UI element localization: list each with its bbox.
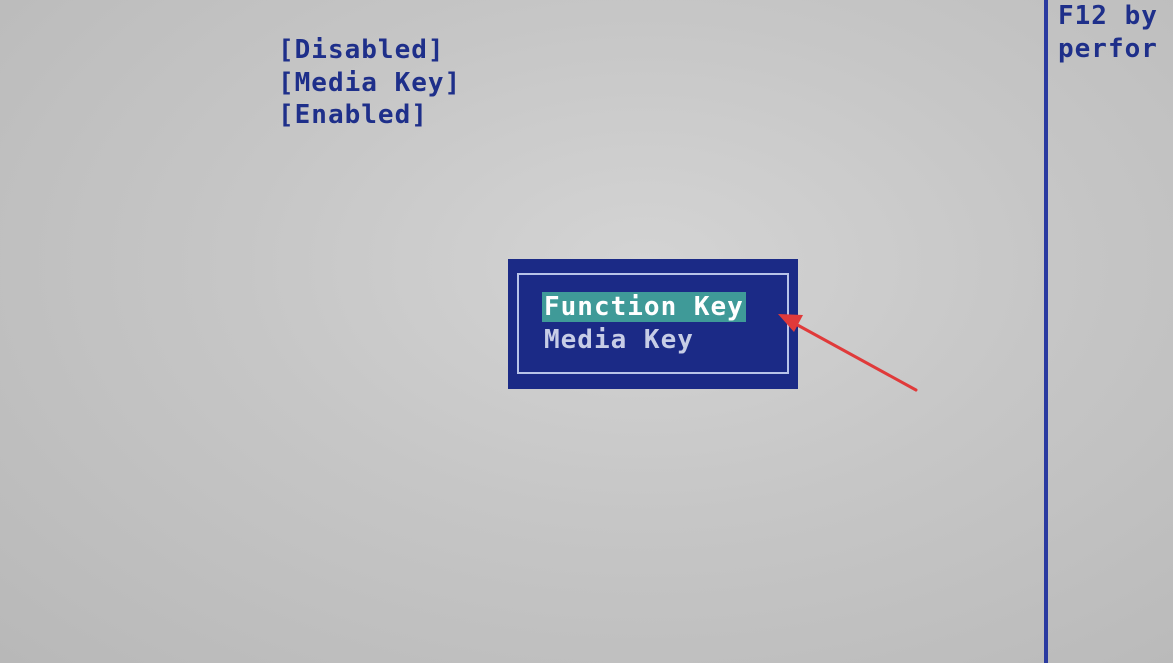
help-line-1: F12 by (1058, 1, 1158, 31)
option-function-key[interactable]: Function Key (542, 292, 746, 322)
option-media-key[interactable]: Media Key (542, 325, 696, 355)
setting-value-disabled[interactable]: [Disabled] (278, 34, 445, 66)
help-line-2: perfor (1058, 34, 1158, 64)
setting-value-media-key[interactable]: [Media Key] (278, 67, 461, 99)
option-popup: Function Key Media Key (508, 259, 798, 389)
popup-frame (517, 273, 789, 374)
help-panel-divider (1044, 0, 1048, 663)
setting-value-enabled[interactable]: [Enabled] (278, 99, 428, 131)
